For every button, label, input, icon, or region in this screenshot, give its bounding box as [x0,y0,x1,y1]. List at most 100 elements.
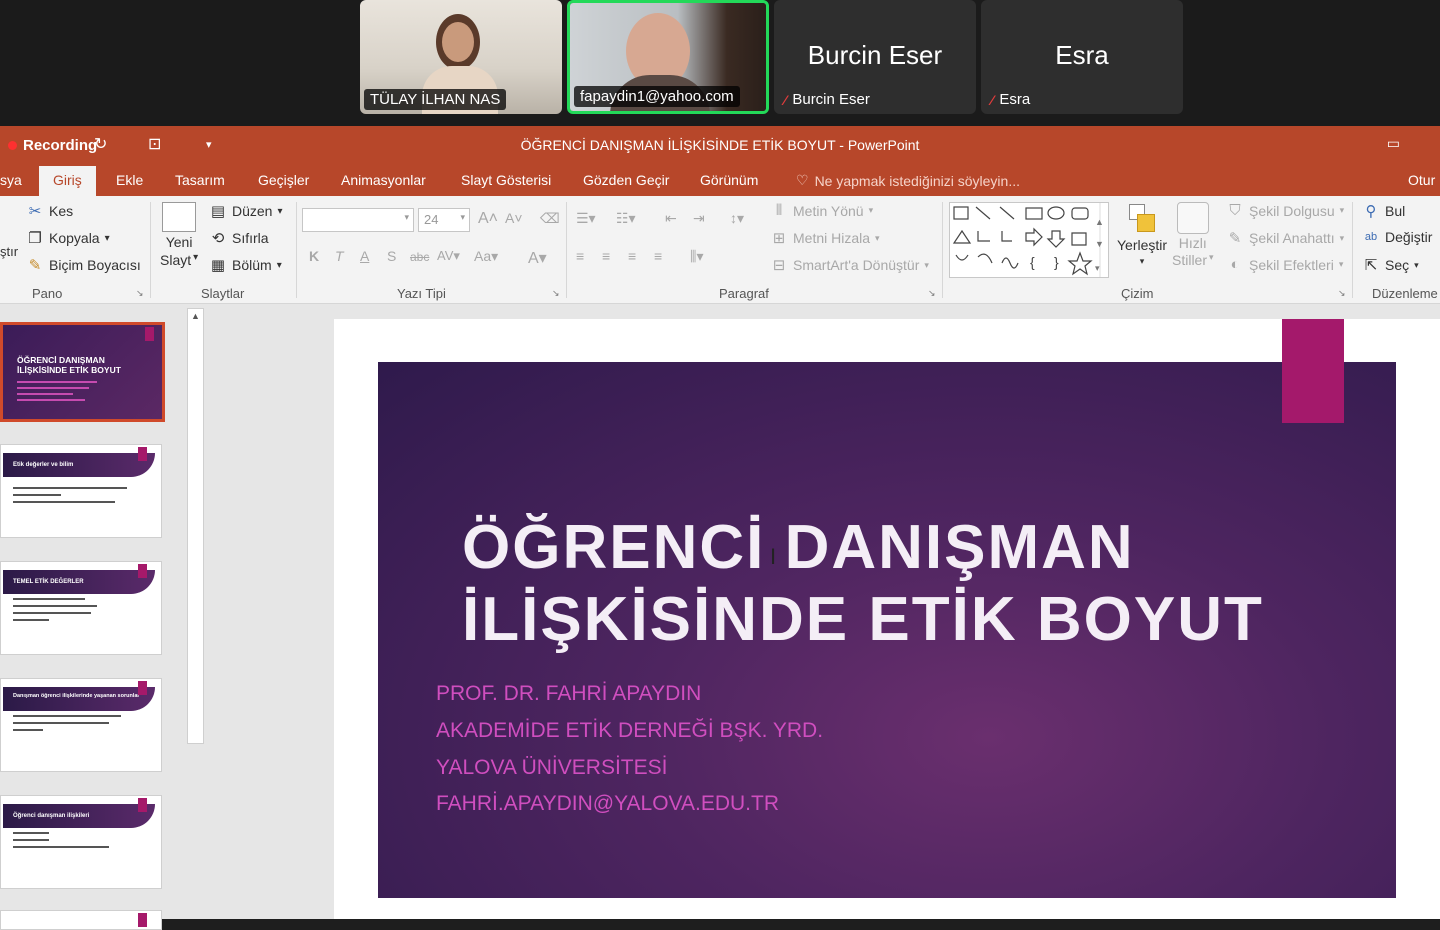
chevron-down-icon: ▾ [1414,259,1419,270]
copy-label: Kopyala [49,230,100,246]
dialog-launcher-icon[interactable]: ↘ [1338,288,1346,299]
increase-indent-icon[interactable]: ⇥ [693,210,705,227]
align-center-icon[interactable]: ≡ [602,248,610,264]
shrink-font-icon[interactable]: A˅ [505,210,523,226]
align-right-icon[interactable]: ≡ [628,248,636,264]
thumbnail-title: Danışman öğrenci ilişkilerinde yaşanan s… [3,687,155,711]
select-button[interactable]: ⇱ Seç ▾ [1362,256,1419,274]
shapes-gallery[interactable]: {} ▲ ▼ ▾ [949,202,1109,278]
slide-thumbnails-pane: ÖĞRENCİ DANIŞMAN İLİŞKİSİNDE ETİK BOYUT … [0,304,212,930]
participant-tile-fapaydin[interactable]: fapaydin1@yahoo.com [567,0,769,114]
smartart-button[interactable]: ⊟ SmartArt'a Dönüştür ▾ [770,256,929,274]
slide-thumbnail-5[interactable]: Öğrenci danışman ilişkileri [0,795,162,889]
cut-button[interactable]: ✂ Kes [26,202,73,220]
slide-email[interactable]: FAHRİ.APAYDIN@YALOVA.EDU.TR [436,792,779,816]
justify-icon[interactable]: ≡ [654,248,662,264]
slide-author[interactable]: PROF. DR. FAHRİ APAYDIN [436,682,701,706]
line-spacing-icon[interactable]: ↕▾ [730,210,744,227]
slide-role[interactable]: AKADEMİDE ETİK DERNEĞİ BŞK. YRD. [436,719,823,743]
dialog-launcher-icon[interactable]: ↘ [552,288,560,299]
scissors-icon: ✂ [28,203,42,220]
participant-tile-tulay[interactable]: TÜLAY İLHAN NAS [360,0,562,114]
format-painter-button[interactable]: ✎ Biçim Boyacısı [26,256,141,274]
smartart-icon: ⊟ [772,257,786,274]
mic-muted-icon: ⁄ [784,91,787,108]
tab-account[interactable]: Otur [1408,172,1435,188]
tab-insert[interactable]: Ekle [116,172,143,188]
layout-button[interactable]: ▤ Düzen ▾ [209,202,283,220]
align-text-icon: ⊞ [772,230,786,247]
thumbnail-body-lines [13,715,133,736]
text-direction-button[interactable]: ⫴ Metin Yönü ▾ [770,202,873,219]
group-label-slides: Slaytlar [201,286,245,301]
dialog-launcher-icon[interactable]: ↘ [136,288,144,299]
ribbon-display-options-icon[interactable]: ▭ [1387,135,1400,152]
tab-slideshow[interactable]: Slayt Gösterisi [461,172,551,188]
italic-icon[interactable]: T [335,248,344,264]
clear-formatting-icon[interactable]: ⌫ [540,210,560,227]
paste-button[interactable]: ştır [0,244,18,259]
tab-transitions[interactable]: Geçişler [258,172,309,188]
document-title: ÖĞRENCİ DANIŞMAN İLİŞKİSİNDE ETİK BOYUT … [520,137,920,153]
slide-canvas[interactable]: ÖĞRENCİ DANIŞMAN İLİŞKİSİNDE ETİK BOYUT … [334,319,1440,919]
section-button[interactable]: ▦ Bölüm ▾ [209,256,282,274]
thumbnails-scrollbar[interactable]: ▲ [187,308,204,744]
participant-tile-esra[interactable]: Esra ⁄ Esra [981,0,1183,114]
chevron-down-icon: ▾ [1338,259,1344,269]
numbering-icon[interactable]: ☷▾ [616,210,636,227]
tell-me-box[interactable]: ♡ Ne yapmak istediğinizi söyleyin... [796,172,1020,189]
font-size-value: 24 [424,212,439,227]
grow-font-icon[interactable]: A˄ [478,210,498,228]
tab-file[interactable]: sya [0,172,22,188]
thumbnail-accent [145,327,154,341]
quick-styles-button[interactable]: Hızlı Stiller ▾ [1172,202,1214,268]
strikethrough-icon[interactable]: abc [410,250,429,264]
shape-fill-button[interactable]: ⛉ Şekil Dolgusu ▾ [1226,202,1344,219]
tab-animations[interactable]: Animasyonlar [341,172,426,188]
slide-accent-bar [1282,319,1344,423]
participant-name-tag: TÜLAY İLHAN NAS [364,89,507,110]
chevron-down-icon: ▾ [193,252,199,263]
participant-name-tag: ⁄ Esra [985,89,1036,110]
copy-button[interactable]: ❐ Kopyala ▾ [26,229,109,247]
shape-effects-button[interactable]: ◐ Şekil Efektleri ▾ [1226,256,1343,273]
font-color-icon[interactable]: A▾ [528,248,547,268]
slide-background[interactable]: ÖĞRENCİ DANIŞMAN İLİŞKİSİNDE ETİK BOYUT … [378,362,1396,898]
slide-title[interactable]: ÖĞRENCİ DANIŞMAN İLİŞKİSİNDE ETİK BOYUT [462,512,1264,656]
scroll-up-icon[interactable]: ▲ [191,311,200,321]
slide-thumbnail-3[interactable]: TEMEL ETİK DEĞERLER [0,561,162,655]
font-size-input[interactable]: 24 ▾ [418,208,470,232]
shape-outline-button[interactable]: ✎ Şekil Anahattı ▾ [1226,229,1344,247]
tab-review[interactable]: Gözden Geçir [583,172,669,188]
tab-view[interactable]: Görünüm [700,172,758,188]
columns-icon[interactable]: ⫼▾ [690,248,703,265]
align-text-button[interactable]: ⊞ Metni Hizala ▾ [770,229,880,247]
thumbnail-accent [138,913,147,927]
bullets-icon[interactable]: ☰▾ [576,210,596,227]
replace-button[interactable]: ab Değiştir [1362,229,1433,245]
cut-label: Kes [49,203,74,219]
slide-university[interactable]: YALOVA ÜNİVERSİTESİ [436,756,667,780]
new-slide-button[interactable]: Yeni Slayt ▾ [160,202,198,268]
decrease-indent-icon[interactable]: ⇤ [665,210,677,227]
slide-thumbnail-6[interactable] [0,910,162,930]
quick-styles-label: Stiller [1172,252,1208,268]
align-left-icon[interactable]: ≡ [576,248,584,264]
arrange-button[interactable]: Yerleştir ▾ [1117,202,1167,267]
reset-button[interactable]: ⟲ Sıfırla [209,229,269,247]
dialog-launcher-icon[interactable]: ↘ [928,288,936,299]
character-spacing-icon[interactable]: AV▾ [437,248,460,264]
slide-thumbnail-2[interactable]: Etik değerler ve bilim [0,444,162,538]
slide-thumbnail-4[interactable]: Danışman öğrenci ilişkilerinde yaşanan s… [0,678,162,772]
participant-tile-burcin[interactable]: Burcin Eser ⁄ Burcin Eser [774,0,976,114]
underline-icon[interactable]: A [360,248,369,264]
find-button[interactable]: ⚲ Bul [1362,202,1406,220]
tab-design[interactable]: Tasarım [175,172,225,188]
font-name-input[interactable]: ▾ [302,208,414,232]
bold-icon[interactable]: K [309,248,319,264]
slide-thumbnail-1[interactable]: ÖĞRENCİ DANIŞMAN İLİŞKİSİNDE ETİK BOYUT [0,322,165,422]
chevron-down-icon: ▾ [277,205,283,217]
tab-home[interactable]: Giriş [39,166,96,196]
change-case-icon[interactable]: Aa▾ [474,248,498,265]
shadow-icon[interactable]: S [387,248,396,264]
